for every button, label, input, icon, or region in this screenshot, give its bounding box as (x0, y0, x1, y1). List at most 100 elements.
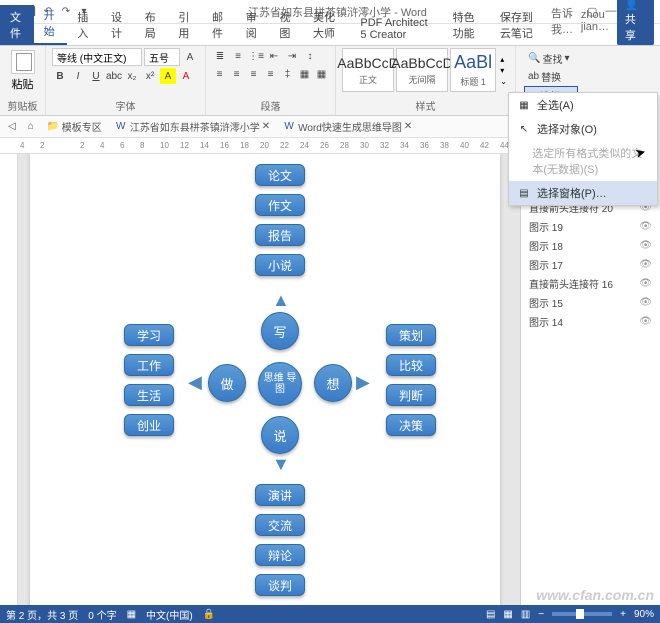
view-print-icon[interactable]: ▦ (503, 609, 512, 620)
tab-layout[interactable]: 布局 (135, 5, 169, 45)
zoom-value[interactable]: 90% (634, 609, 654, 620)
node-bottom[interactable]: 交流 (255, 514, 305, 536)
justify-icon[interactable]: ≡ (263, 66, 278, 82)
page-count[interactable]: 第 2 页，共 3 页 (6, 607, 78, 622)
tab-mailings[interactable]: 邮件 (202, 5, 236, 45)
node-right[interactable]: 比较 (386, 354, 436, 376)
language-icon[interactable]: ▦ (127, 609, 136, 620)
style-nospacing[interactable]: AaBbCcD 无间隔 (396, 48, 448, 92)
tab-design[interactable]: 设计 (101, 5, 135, 45)
node-top[interactable]: 报告 (255, 224, 305, 246)
node-center[interactable]: 思维 导图 (258, 362, 302, 406)
styles-down-icon[interactable]: ▾ (500, 66, 507, 75)
zoom-out-icon[interactable]: − (538, 609, 544, 620)
node-right[interactable]: 决策 (386, 414, 436, 436)
indent-left-icon[interactable]: ⇤ (266, 48, 282, 64)
eye-icon[interactable]: 👁 (639, 278, 652, 289)
view-web-icon[interactable]: ▥ (521, 609, 530, 620)
tab-beautify[interactable]: 美化大师 (303, 5, 350, 45)
eye-icon[interactable]: 👁 (639, 259, 652, 270)
tab-pdf[interactable]: PDF Architect 5 Creator (350, 13, 442, 45)
word-count[interactable]: 0 个字 (88, 607, 116, 622)
superscript-icon[interactable]: x² (142, 68, 158, 84)
font-color-icon[interactable]: A (178, 68, 194, 84)
align-right-icon[interactable]: ≡ (246, 66, 261, 82)
font-name-select[interactable] (52, 48, 142, 66)
document-page[interactable]: 思维 导图 写 说 做 想 ▲ ▼ ◀ ▶ 论文 作文 报告 小说 学习 工作 … (30, 154, 500, 605)
eye-icon[interactable]: 👁 (639, 297, 652, 308)
bullets-icon[interactable]: ≣ (212, 48, 228, 64)
shading-icon[interactable]: ▦ (297, 66, 312, 82)
list-item[interactable]: 图示 17👁 (523, 255, 658, 274)
menu-selection-pane[interactable]: ▤选择窗格(P)… (509, 181, 657, 205)
zoom-slider[interactable] (552, 612, 612, 616)
list-item[interactable]: 图示 14👁 (523, 312, 658, 331)
bc-home-icon[interactable]: ⌂ (24, 120, 38, 133)
style-heading1[interactable]: AaBl 标题 1 (450, 48, 496, 92)
tab-insert[interactable]: 插入 (67, 5, 101, 45)
strike-icon[interactable]: abc (106, 68, 122, 84)
list-item[interactable]: 直接箭头连接符 16👁 (523, 274, 658, 293)
replace-button[interactable]: ab 替换 (524, 68, 578, 85)
node-think[interactable]: 想 (314, 364, 352, 402)
eye-icon[interactable]: 👁 (639, 316, 652, 327)
grow-font-icon[interactable]: A (182, 49, 198, 65)
bold-icon[interactable]: B (52, 68, 68, 84)
node-bottom[interactable]: 辩论 (255, 544, 305, 566)
bc-doc2[interactable]: WWord快速生成思维导图 ✕ (278, 118, 416, 135)
list-item[interactable]: 图示 18👁 (523, 236, 658, 255)
node-top[interactable]: 作文 (255, 194, 305, 216)
tab-review[interactable]: 审阅 (236, 5, 270, 45)
borders-icon[interactable]: ▦ (314, 66, 329, 82)
mind-map-diagram[interactable]: 思维 导图 写 说 做 想 ▲ ▼ ◀ ▶ 论文 作文 报告 小说 学习 工作 … (80, 164, 480, 604)
language[interactable]: 中文(中国) (146, 607, 193, 622)
bc-templates[interactable]: 📁模板专区 (42, 118, 106, 135)
italic-icon[interactable]: I (70, 68, 86, 84)
styles-more-icon[interactable]: ⌄ (500, 77, 507, 86)
node-left[interactable]: 学习 (124, 324, 174, 346)
numbering-icon[interactable]: ≡ (230, 48, 246, 64)
menu-select-objects[interactable]: ↖选择对象(O) (509, 117, 657, 141)
node-bottom[interactable]: 谈判 (255, 574, 305, 596)
node-left[interactable]: 工作 (124, 354, 174, 376)
sort-icon[interactable]: ↕ (302, 48, 318, 64)
tab-file[interactable]: 文件 (0, 5, 34, 45)
subscript-icon[interactable]: x₂ (124, 68, 140, 84)
paste-button[interactable]: 粘贴 (6, 48, 39, 94)
node-do[interactable]: 做 (208, 364, 246, 402)
track-changes-icon[interactable]: 🔒 (203, 609, 215, 620)
styles-up-icon[interactable]: ▴ (500, 55, 507, 64)
bc-doc1[interactable]: W江苏省如东县栟茶镇浒澪小学 ✕ (110, 118, 274, 135)
bc-back-icon[interactable]: ◁ (4, 120, 20, 133)
node-left[interactable]: 创业 (124, 414, 174, 436)
node-right[interactable]: 判断 (386, 384, 436, 406)
menu-select-all[interactable]: ▦全选(A) (509, 93, 657, 117)
align-left-icon[interactable]: ≡ (212, 66, 227, 82)
tell-me[interactable]: 告诉我… (551, 5, 575, 37)
tab-references[interactable]: 引用 (168, 5, 202, 45)
line-spacing-icon[interactable]: ‡ (280, 66, 295, 82)
node-bottom[interactable]: 演讲 (255, 484, 305, 506)
view-read-icon[interactable]: ▤ (486, 609, 495, 620)
node-top[interactable]: 小说 (255, 254, 305, 276)
vertical-ruler[interactable] (0, 154, 18, 605)
share-button[interactable]: 👤 共享 (617, 0, 654, 45)
node-speak[interactable]: 说 (261, 416, 299, 454)
tab-view[interactable]: 视图 (269, 5, 303, 45)
list-item[interactable]: 图示 15👁 (523, 293, 658, 312)
multilevel-icon[interactable]: ⋮≡ (248, 48, 264, 64)
eye-icon[interactable]: 👁 (639, 240, 652, 251)
highlight-icon[interactable]: A (160, 68, 176, 84)
tab-home[interactable]: 开始 (34, 3, 68, 45)
node-top[interactable]: 论文 (255, 164, 305, 186)
zoom-in-icon[interactable]: + (620, 609, 626, 620)
font-size-select[interactable] (144, 48, 180, 66)
tab-cloud[interactable]: 保存到云笔记 (490, 5, 551, 45)
user-name[interactable]: zhou jian… (581, 9, 611, 33)
eye-icon[interactable]: 👁 (639, 221, 652, 232)
list-item[interactable]: 图示 19👁 (523, 217, 658, 236)
node-right[interactable]: 策划 (386, 324, 436, 346)
underline-icon[interactable]: U (88, 68, 104, 84)
align-center-icon[interactable]: ≡ (229, 66, 244, 82)
node-left[interactable]: 生活 (124, 384, 174, 406)
